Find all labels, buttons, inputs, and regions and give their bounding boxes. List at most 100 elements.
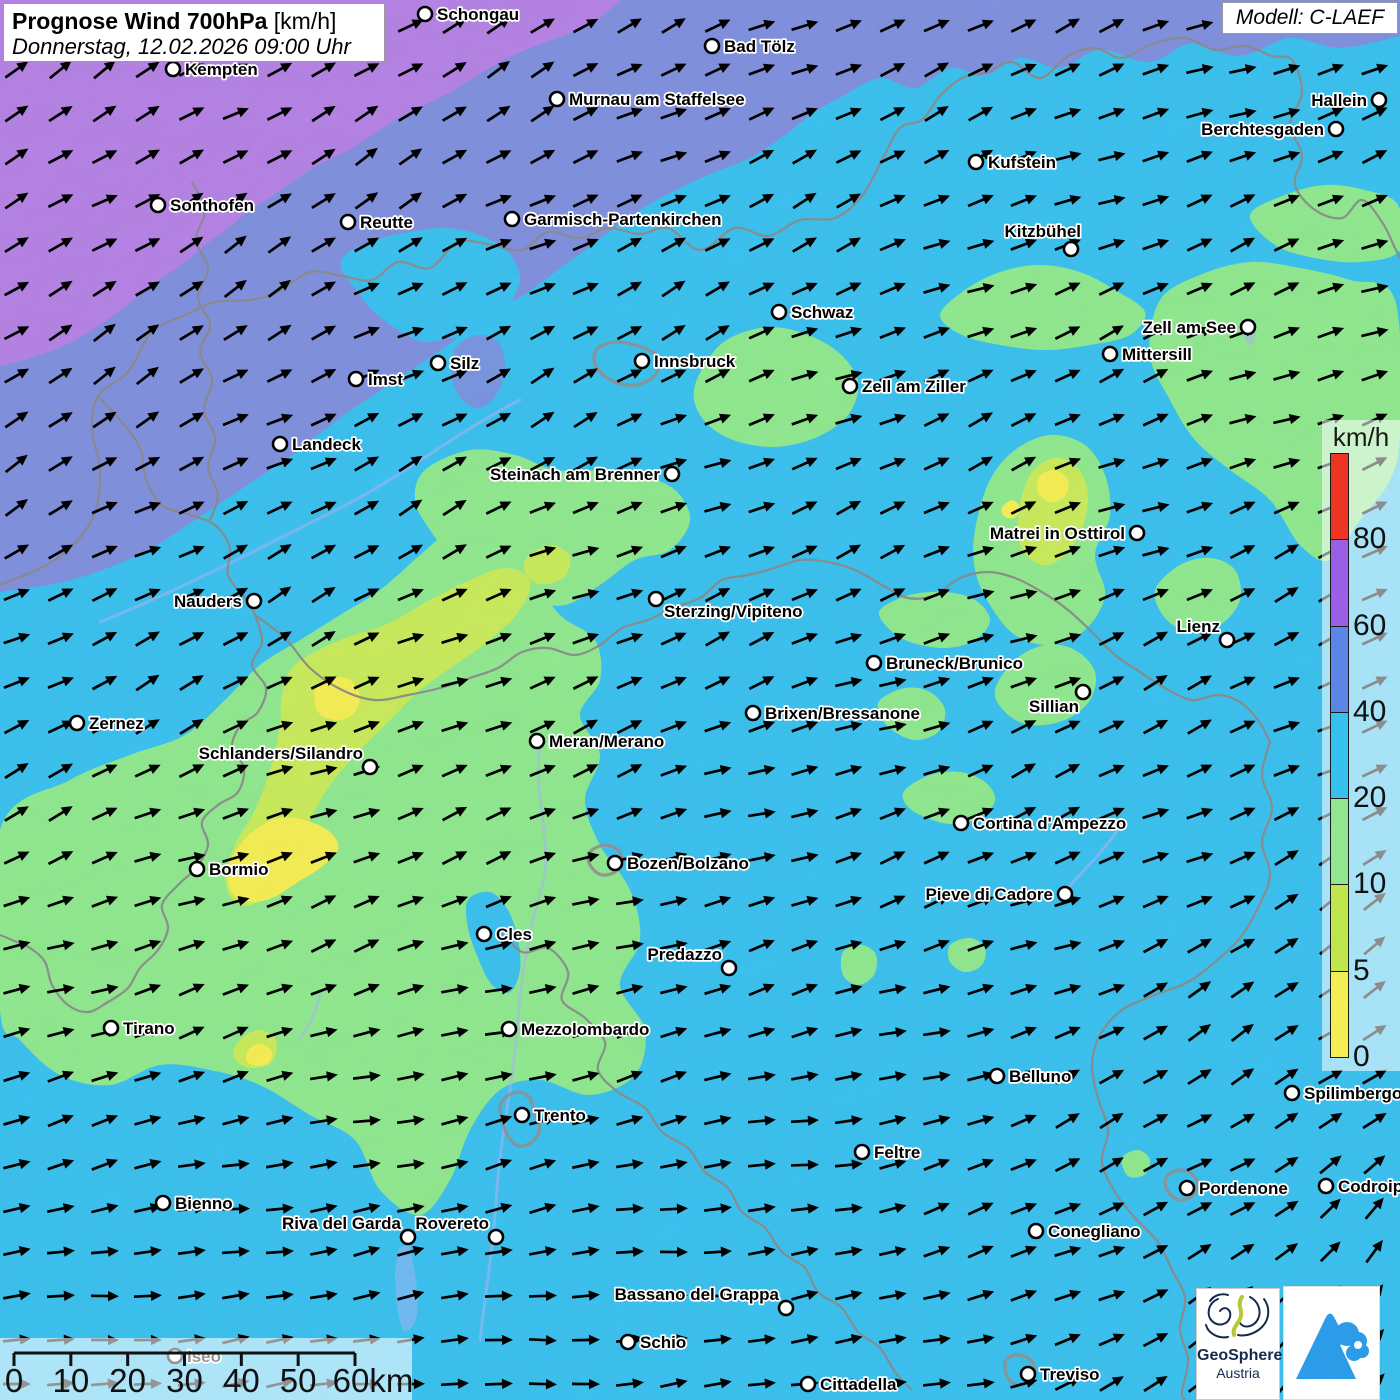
city-label: Zell am Ziller [862, 377, 966, 396]
legend-color-60 [1330, 539, 1349, 627]
city-label: Steinach am Brenner [490, 465, 660, 484]
map-subtitle: Donnerstag, 12.02.2026 09:00 Uhr [12, 34, 351, 60]
city-label: Bassano del Grappa [615, 1285, 780, 1304]
city-marker [271, 435, 289, 453]
city-label: Pordenone [1199, 1179, 1288, 1198]
city-label: Bad Tölz [724, 37, 795, 56]
legend-color-80 [1330, 453, 1349, 541]
city-marker [841, 377, 859, 395]
city-marker [503, 210, 521, 228]
wind-speed-legend: km/h 80 60 40 20 10 5 0 [1322, 420, 1400, 1073]
geosphere-contour-icon [1205, 1293, 1270, 1339]
city-label: Meran/Merano [549, 732, 664, 751]
scalebar-label: 20 [109, 1362, 146, 1399]
city-label: Nauders [174, 592, 242, 611]
city-garmisch-partenkirchen: Garmisch-Partenkirchen [503, 208, 723, 231]
city-label: Kufstein [988, 153, 1056, 172]
city-label: Matrei in Osttirol [990, 524, 1125, 543]
city-trento: Trento [513, 1104, 588, 1127]
city-label: Schwaz [791, 303, 853, 322]
city-meran-merano: Meran/Merano [528, 730, 666, 753]
city-marker [347, 370, 365, 388]
city-marker [548, 90, 566, 108]
map-title-text: Prognose Wind 700hPa [12, 8, 268, 34]
city-tirano: Tirano [102, 1017, 176, 1040]
city-label: Trento [534, 1106, 586, 1125]
legend-tick-label: 5 [1353, 953, 1370, 987]
city-reutte: Reutte [339, 211, 415, 234]
city-label: Bruneck/Brunico [886, 654, 1023, 673]
city-marker [513, 1106, 531, 1124]
city-label: Brixen/Bressanone [765, 704, 920, 723]
city-label: Garmisch-Partenkirchen [524, 210, 721, 229]
city-marker [154, 1194, 172, 1212]
city-label: Innsbruck [654, 352, 736, 371]
scalebar-label: 30 [166, 1362, 203, 1399]
city-label: Imst [368, 370, 403, 389]
city-label: Berchtesgaden [1201, 120, 1324, 139]
city-marker [952, 814, 970, 832]
legend-color-40 [1330, 625, 1349, 713]
map-title-unit: [km/h] [273, 8, 337, 34]
legend-tick-label: 0 [1353, 1040, 1370, 1073]
city-marker [1327, 120, 1345, 138]
city-marker [68, 714, 86, 732]
city-label: Mittersill [1122, 345, 1192, 364]
legend-color-5 [1330, 884, 1349, 972]
city-feltre: Feltre [853, 1141, 922, 1164]
legend-tick-label: 20 [1353, 781, 1387, 815]
city-marker [633, 352, 651, 370]
city-marker [1239, 318, 1257, 336]
city-label: Lienz [1177, 617, 1220, 636]
city-label: Schlanders/Silandro [199, 744, 363, 763]
city-label: Schongau [437, 5, 519, 24]
city-marker [164, 60, 182, 78]
legend-color-0 [1330, 970, 1349, 1058]
geosphere-logo: GeoSphere Austria [1196, 1288, 1282, 1400]
city-label: Zell am See [1142, 318, 1236, 337]
city-zernez: Zernez [68, 712, 145, 735]
city-silz: Silz [429, 352, 481, 375]
city-marker [647, 590, 665, 608]
city-marker [1062, 240, 1080, 258]
city-label: Hallein [1311, 91, 1367, 110]
city-marker [720, 959, 738, 977]
city-label: Riva del Garda [282, 1214, 402, 1233]
city-zell-am-ziller: Zell am Ziller [841, 375, 968, 398]
city-marker [487, 1228, 505, 1246]
city-marker [1178, 1179, 1196, 1197]
city-marker [1101, 345, 1119, 363]
city-marker [663, 465, 681, 483]
model-label: Modell: C-LAEF [1222, 2, 1398, 34]
city-bozen-bolzano: Bozen/Bolzano [606, 852, 751, 875]
city-label: Mezzolombardo [521, 1020, 649, 1039]
city-marker [475, 925, 493, 943]
city-label: Rovereto [415, 1214, 489, 1233]
city-label: Zernez [89, 714, 144, 733]
city-label: Bozen/Bolzano [627, 854, 749, 873]
legend-color-10 [1330, 798, 1349, 886]
city-marker [429, 354, 447, 372]
legend-colorbar [1330, 453, 1349, 1058]
title-box: Prognose Wind 700hPa [km/h] Donnerstag, … [3, 3, 385, 62]
city-marker [1317, 1177, 1335, 1195]
city-marker [1019, 1365, 1037, 1383]
city-matrei-in-osttirol: Matrei in Osttirol [988, 522, 1146, 545]
city-marker [1370, 91, 1388, 109]
city-marker [744, 704, 762, 722]
city-marker [102, 1019, 120, 1037]
city-marker [619, 1333, 637, 1351]
city-label: Kempten [185, 60, 258, 79]
city-murnau-am-staffelsee: Murnau am Staffelsee [548, 88, 746, 111]
city-berchtesgaden: Berchtesgaden [1199, 118, 1345, 141]
city-mezzolombardo: Mezzolombardo [500, 1018, 651, 1041]
mountain-cloud-icon [1296, 1313, 1369, 1379]
city-marker [703, 37, 721, 55]
city-marker [361, 758, 379, 776]
city-marker [606, 854, 624, 872]
city-steinach-am-brenner: Steinach am Brenner [488, 463, 681, 486]
city-label: Treviso [1040, 1365, 1100, 1384]
city-marker [149, 196, 167, 214]
city-marker [853, 1143, 871, 1161]
city-label: Landeck [292, 435, 362, 454]
